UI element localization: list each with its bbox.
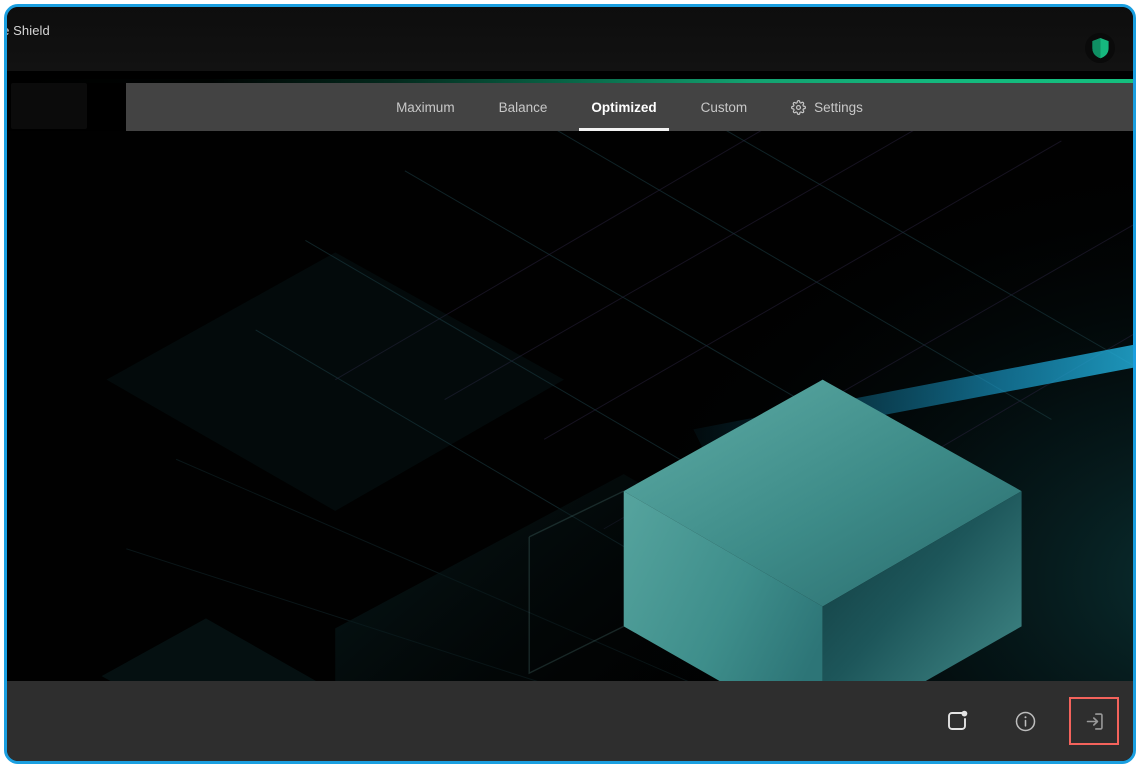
sign-in-button[interactable] xyxy=(1069,697,1119,745)
tab-label: Maximum xyxy=(396,100,455,115)
main-stage: Optimized xyxy=(7,131,1133,681)
tab-label: Settings xyxy=(814,100,863,115)
tab-label: Optimized xyxy=(591,100,656,115)
tab-custom[interactable]: Custom xyxy=(679,83,770,131)
login-arrow-icon xyxy=(1084,711,1105,732)
shield-status-badge[interactable] xyxy=(1085,33,1115,63)
tab-balance[interactable]: Balance xyxy=(477,83,570,131)
title-bar: …e Shield xyxy=(7,7,1133,71)
tab-maximum[interactable]: Maximum xyxy=(374,83,477,131)
app-title: …e Shield xyxy=(4,23,50,38)
shield-icon xyxy=(1091,37,1110,59)
mode-tab-bar: Maximum Balance Optimized Custom Setting… xyxy=(126,83,1133,131)
updates-button[interactable] xyxy=(933,698,981,744)
footer-toolbar xyxy=(7,681,1133,761)
tab-label: Balance xyxy=(499,100,548,115)
square-dot-icon xyxy=(945,709,969,733)
isometric-cube-artwork xyxy=(7,131,1133,681)
info-circle-icon xyxy=(1014,710,1037,733)
tab-optimized[interactable]: Optimized xyxy=(569,83,678,131)
tab-label: Custom xyxy=(701,100,748,115)
info-button[interactable] xyxy=(1001,698,1049,744)
application-window: …e Shield Maximum Balance Optimized Cust… xyxy=(4,4,1136,764)
gear-icon xyxy=(791,100,806,115)
tab-settings[interactable]: Settings xyxy=(769,83,885,131)
left-panel-stub xyxy=(11,83,87,129)
